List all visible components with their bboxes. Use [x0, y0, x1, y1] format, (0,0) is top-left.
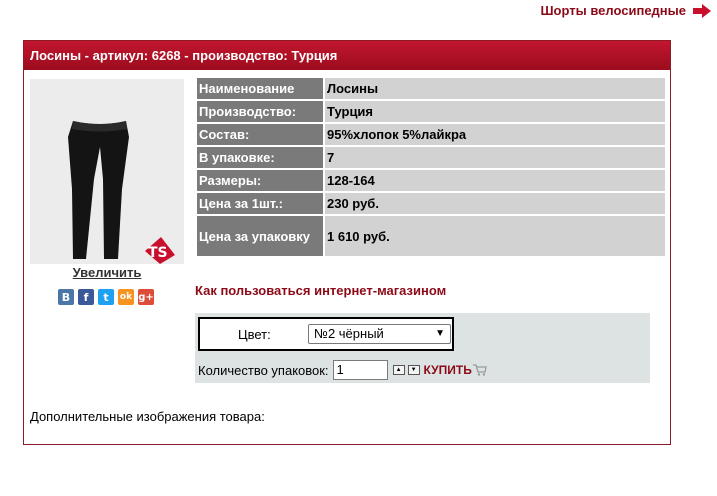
property-key: Цена за 1шт.:	[197, 193, 323, 214]
quantity-increase-icon[interactable]: ▲	[392, 365, 405, 375]
more-images-label: Дополнительные изображения товара:	[30, 409, 265, 424]
next-product-nav: Шорты велосипедные	[540, 3, 711, 18]
twitter-icon[interactable]: t	[98, 289, 114, 305]
property-key: Наименование	[197, 78, 323, 99]
product-title: Лосины - артикул: 6268 - производство: Т…	[24, 41, 670, 70]
facebook-icon[interactable]: f	[78, 289, 94, 305]
quantity-label: Количество упаковок:	[198, 362, 329, 378]
chevron-down-icon: ▼	[435, 328, 445, 339]
zoom-link[interactable]: Увеличить	[73, 265, 142, 280]
property-value: Турция	[325, 101, 665, 122]
property-value: Лосины	[325, 78, 665, 99]
buy-button-label: КУПИТЬ	[423, 363, 472, 377]
table-row: Цена за 1шт.: 230 руб.	[197, 193, 665, 214]
arrow-right-icon[interactable]	[693, 3, 711, 18]
property-value: 95%хлопок 5%лайкра	[325, 124, 665, 145]
buy-button[interactable]: КУПИТЬ	[424, 363, 487, 377]
product-properties: Наименование Лосины Производство: Турция С…	[195, 76, 667, 258]
odnoklassniki-icon[interactable]: ok	[118, 289, 134, 305]
howto-link[interactable]: Как пользоваться интернет-магазином	[195, 283, 446, 298]
property-value: 128-164	[325, 170, 665, 191]
table-row: Производство: Турция	[197, 101, 665, 122]
table-row: В упаковке: 7	[197, 147, 665, 168]
property-value: 1 610 руб.	[325, 216, 665, 256]
leggings-image: TS	[30, 79, 184, 264]
table-row: Размеры: 128-164	[197, 170, 665, 191]
table-row: Наименование Лосины	[197, 78, 665, 99]
property-key: Производство:	[197, 101, 323, 122]
property-key: Размеры:	[197, 170, 323, 191]
property-key: Состав:	[197, 124, 323, 145]
property-value: 230 руб.	[325, 193, 665, 214]
zoom-area: Увеличить	[30, 265, 184, 280]
howto-area: Как пользоваться интернет-магазином	[195, 283, 446, 298]
table-row: Цена за упаковку 1 610 руб.	[197, 216, 665, 256]
color-select[interactable]: №2 чёрный ▼	[308, 324, 451, 344]
social-buttons: В f t ok g+	[58, 289, 154, 305]
color-row: Цвет: №2 чёрный ▼	[198, 317, 454, 351]
svg-text:TS: TS	[148, 245, 168, 261]
table-row: Состав: 95%хлопок 5%лайкра	[197, 124, 665, 145]
googleplus-icon[interactable]: g+	[138, 289, 154, 305]
color-select-value: №2 чёрный	[314, 326, 384, 341]
product-panel: Лосины - артикул: 6268 - производство: Т…	[23, 40, 671, 445]
quantity-decrease-icon[interactable]: ▼	[407, 365, 420, 375]
product-photo[interactable]: TS	[30, 79, 184, 264]
order-box: Цвет: №2 чёрный ▼ Количество упаковок: 1…	[195, 313, 650, 383]
vk-icon[interactable]: В	[58, 289, 74, 305]
quantity-input[interactable]: 1	[332, 360, 388, 380]
color-label: Цвет:	[238, 327, 271, 342]
quantity-row: Количество упаковок: 1 ▲ ▼ КУПИТЬ	[198, 360, 487, 380]
property-value: 7	[325, 147, 665, 168]
next-product-link[interactable]: Шорты велосипедные	[540, 3, 686, 18]
property-key: В упаковке:	[197, 147, 323, 168]
cart-icon	[472, 364, 487, 376]
property-key: Цена за упаковку	[197, 216, 323, 256]
